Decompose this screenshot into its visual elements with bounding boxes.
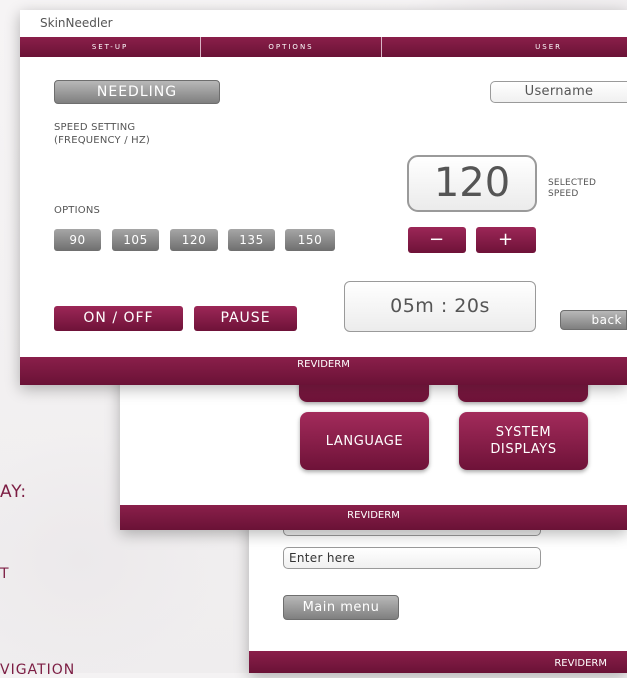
on-off-button[interactable]: ON / OFF	[54, 306, 183, 331]
option-135-button[interactable]: 135	[228, 229, 275, 251]
speed-setting-label-line1: SPEED SETTING	[54, 122, 136, 133]
option-90-button[interactable]: 90	[54, 229, 101, 251]
pause-button[interactable]: PAUSE	[194, 306, 297, 331]
form-window: Enter here Enter here Main menu REVIDERM	[249, 518, 627, 673]
form-window-footer: REVIDERM	[249, 651, 627, 673]
tab-user[interactable]: USER	[382, 37, 627, 57]
tab-bar: SET-UP OPTIONS USER	[20, 37, 627, 57]
language-label: LANGUAGE	[325, 433, 404, 449]
background-text-1: AY:	[0, 482, 28, 502]
main-menu-button[interactable]: Main menu	[283, 595, 399, 620]
system-displays-label-line2: DISPLAYS	[490, 442, 557, 457]
selected-speed-display: 120	[407, 155, 537, 212]
minus-icon: −	[428, 229, 446, 250]
option-120-button[interactable]: 120	[170, 229, 218, 251]
tab-set-up[interactable]: SET-UP	[20, 37, 201, 57]
speed-setting-label-line2: (FREQUENCY / HZ)	[54, 135, 151, 146]
menu-window-footer: REVIDERM	[120, 505, 627, 530]
system-displays-button[interactable]: SYSTEM DISPLAYS	[459, 412, 588, 470]
background-text-3: VIGATION	[0, 662, 76, 678]
selected-speed-label-line2: SPEED	[548, 189, 579, 199]
needling-button[interactable]: NEEDLING	[54, 80, 220, 104]
username-field[interactable]: Username	[490, 81, 627, 103]
option-105-button[interactable]: 105	[112, 229, 159, 251]
increase-speed-button[interactable]: +	[476, 227, 536, 253]
setup-window: SkinNeedler SET-UP OPTIONS USER NEEDLING…	[20, 10, 627, 385]
selected-speed-label-line1: SELECTED	[548, 178, 597, 188]
language-button[interactable]: LANGUAGE	[300, 412, 429, 470]
background-text-2: T	[0, 566, 10, 582]
back-button[interactable]: back	[560, 310, 627, 330]
options-label: OPTIONS	[54, 205, 101, 216]
tab-options[interactable]: OPTIONS	[201, 37, 382, 57]
plus-icon: +	[497, 229, 515, 250]
system-displays-label-line1: SYSTEM	[495, 425, 552, 440]
option-150-button[interactable]: 150	[285, 229, 335, 251]
form-text-field-2[interactable]: Enter here	[283, 547, 541, 569]
setup-window-footer: REVIDERM	[20, 357, 627, 385]
timer-display: 05m : 20s	[344, 281, 536, 332]
app-title: SkinNeedler	[40, 16, 113, 30]
decrease-speed-button[interactable]: −	[408, 227, 466, 253]
